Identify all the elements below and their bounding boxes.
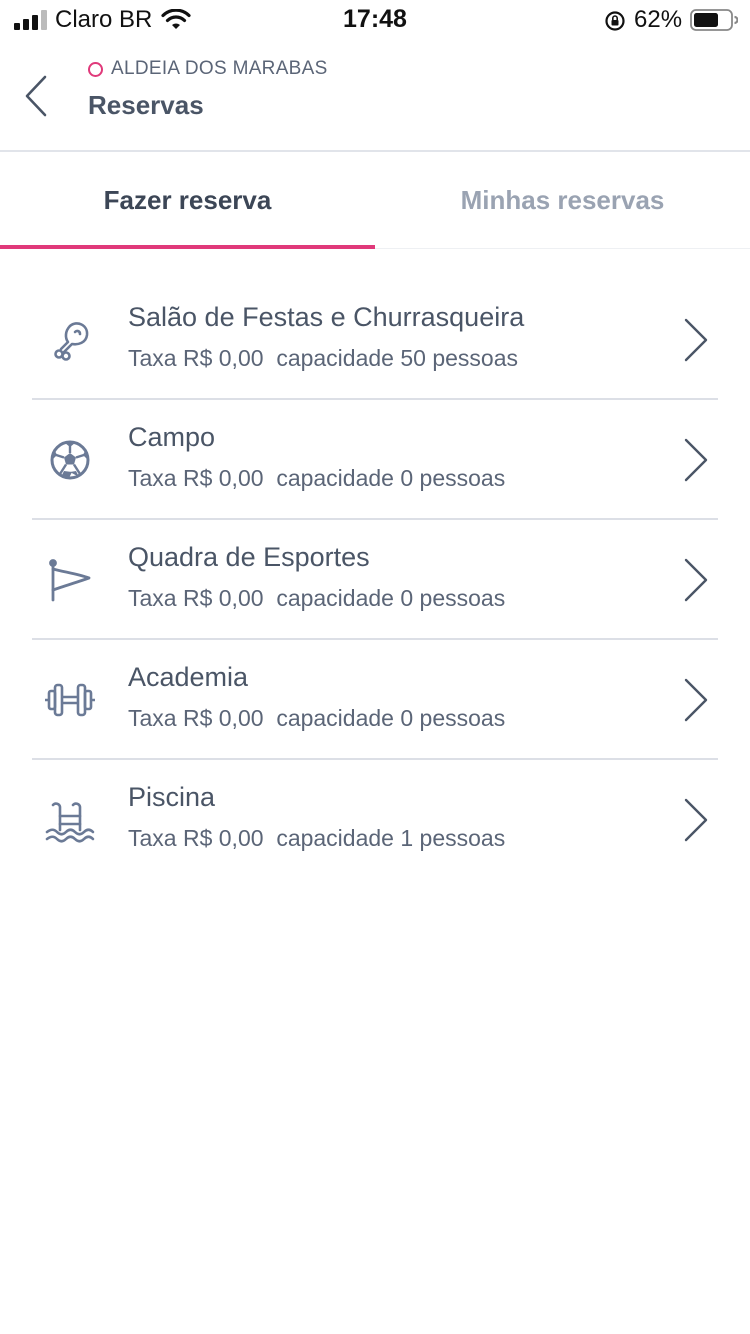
item-capacity: capacidade 50 pessoas	[276, 345, 518, 371]
pool-ladder-icon	[45, 802, 95, 843]
tab-label: Fazer reserva	[103, 184, 272, 215]
tab-minhas-reservas[interactable]: Minhas reservas	[375, 152, 750, 248]
list-item-piscina[interactable]: Piscina Taxa R$ 0,00 capacidade 1 pessoa…	[32, 760, 718, 880]
status-bar: Claro BR 17:48 62%	[0, 0, 750, 40]
item-details: Taxa R$ 0,00 capacidade 0 pessoas	[128, 585, 505, 612]
dumbbell-icon	[45, 683, 95, 717]
item-details: Taxa R$ 0,00 capacidade 50 pessoas	[128, 345, 518, 372]
active-tab-indicator	[0, 245, 375, 249]
chevron-right-icon	[684, 318, 708, 362]
chevron-right-icon	[684, 438, 708, 482]
back-button[interactable]	[16, 70, 56, 122]
page-title: Reservas	[88, 90, 204, 120]
item-details: Taxa R$ 0,00 capacidade 1 pessoas	[128, 825, 505, 852]
item-details: Taxa R$ 0,00 capacidade 0 pessoas	[128, 465, 505, 492]
amenities-list: Salão de Festas e Churrasqueira Taxa R$ …	[32, 280, 718, 880]
chevron-right-icon	[684, 558, 708, 602]
chevron-right-icon	[684, 678, 708, 722]
item-capacity: capacidade 1 pessoas	[276, 825, 506, 851]
chicken-leg-icon	[54, 322, 89, 361]
battery-icon	[690, 9, 738, 31]
tab-label: Minhas reservas	[460, 184, 665, 215]
item-capacity: capacidade 0 pessoas	[276, 585, 506, 611]
item-fee: Taxa R$ 0,00	[128, 825, 264, 851]
item-title: Academia	[128, 662, 249, 692]
item-title: Quadra de Esportes	[128, 542, 370, 572]
item-capacity: capacidade 0 pessoas	[276, 705, 506, 731]
battery-percent: 62%	[634, 6, 683, 33]
status-ring-icon	[88, 61, 103, 77]
item-fee: Taxa R$ 0,00	[128, 465, 264, 491]
soccer-ball-icon	[50, 440, 90, 480]
list-item-quadra[interactable]: Quadra de Esportes Taxa R$ 0,00 capacida…	[32, 520, 718, 640]
list-item-salao[interactable]: Salão de Festas e Churrasqueira Taxa R$ …	[32, 280, 718, 400]
item-capacity: capacidade 0 pessoas	[276, 465, 506, 491]
tab-fazer-reserva[interactable]: Fazer reserva	[0, 152, 375, 249]
item-title: Salão de Festas e Churrasqueira	[128, 302, 525, 332]
item-fee: Taxa R$ 0,00	[128, 345, 264, 371]
item-fee: Taxa R$ 0,00	[128, 585, 264, 611]
header: ALDEIA DOS MARABAS Reservas	[0, 40, 750, 152]
condominium-name: ALDEIA DOS MARABAS	[111, 58, 328, 79]
item-fee: Taxa R$ 0,00	[128, 705, 264, 731]
condominium-label: ALDEIA DOS MARABAS	[88, 58, 328, 80]
pennant-flag-icon	[49, 559, 91, 602]
list-item-campo[interactable]: Campo Taxa R$ 0,00 capacidade 0 pessoas	[32, 400, 718, 520]
chevron-left-icon	[25, 75, 47, 117]
item-title: Campo	[128, 422, 216, 452]
item-details: Taxa R$ 0,00 capacidade 0 pessoas	[128, 705, 505, 732]
orientation-lock-icon	[605, 11, 625, 31]
tab-bar: Fazer reserva Minhas reservas	[0, 152, 750, 249]
item-title: Piscina	[128, 782, 216, 812]
chevron-right-icon	[684, 798, 708, 842]
list-item-academia[interactable]: Academia Taxa R$ 0,00 capacidade 0 pesso…	[32, 640, 718, 760]
